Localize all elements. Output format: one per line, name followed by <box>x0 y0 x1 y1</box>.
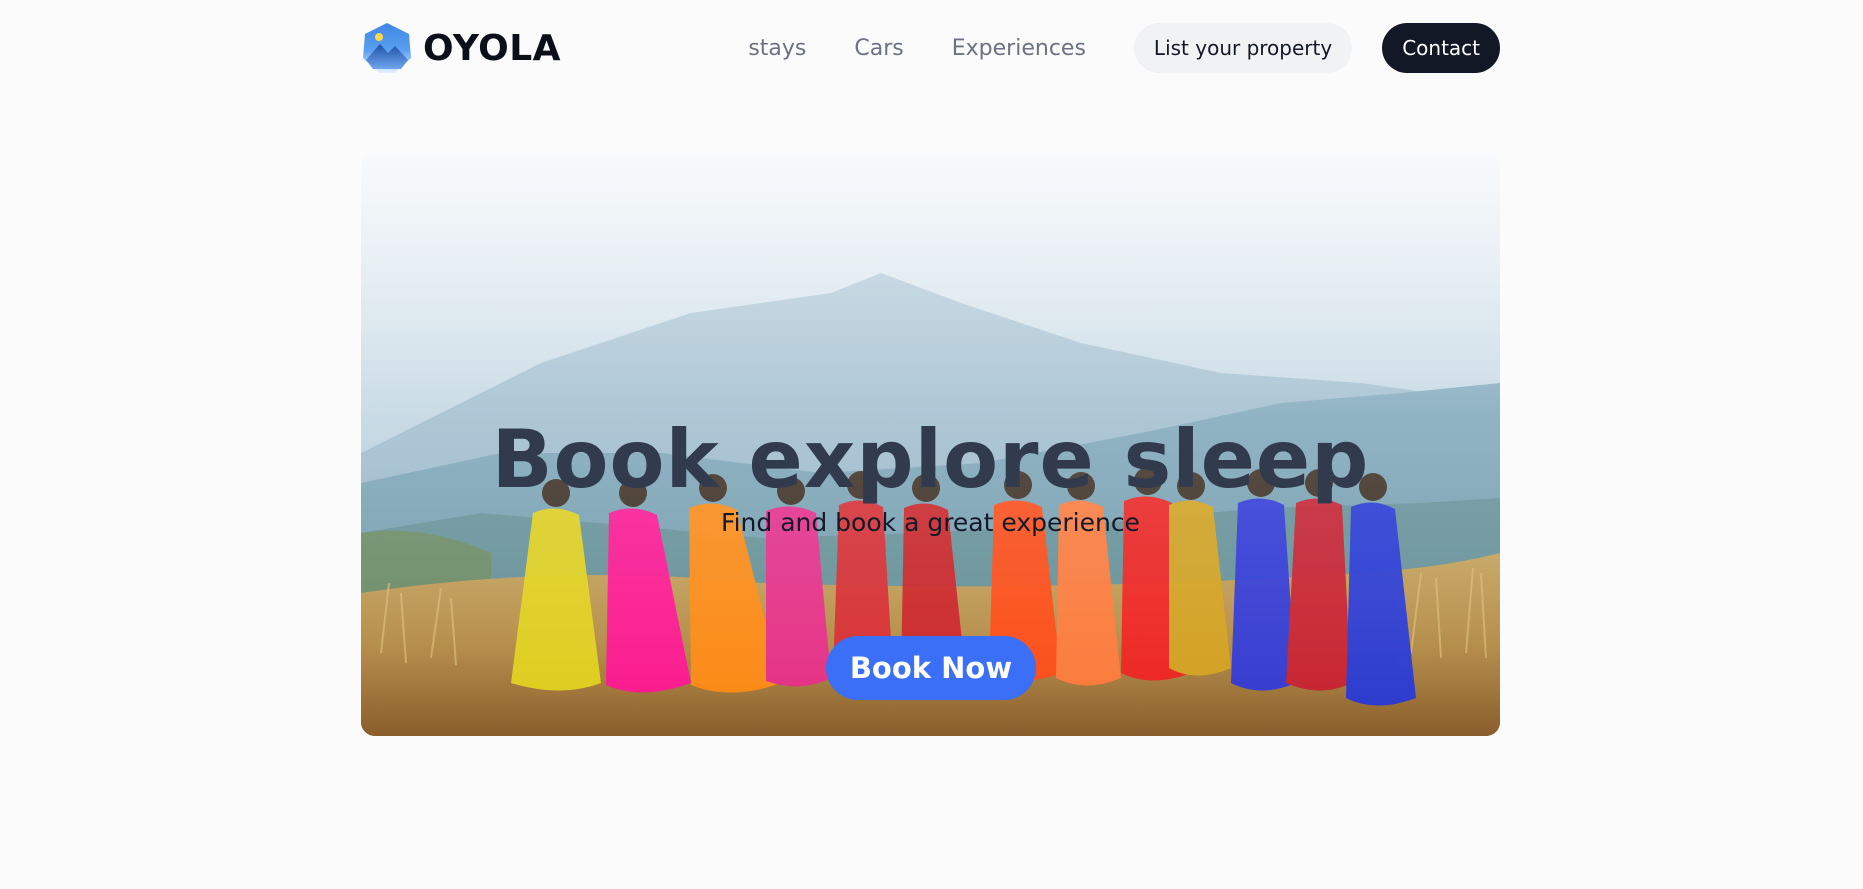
book-now-button[interactable]: Book Now <box>826 636 1036 700</box>
nav-link-experiences[interactable]: Experiences <box>952 36 1086 61</box>
contact-button[interactable]: Contact <box>1382 23 1500 73</box>
main-nav: stays Cars Experiences List your propert… <box>748 23 1500 73</box>
site-header: OYOLA stays Cars Experiences List your p… <box>361 22 1500 74</box>
hero-subtitle: Find and book a great experience <box>721 508 1140 537</box>
brand-name: OYOLA <box>423 27 562 69</box>
list-property-button[interactable]: List your property <box>1133 23 1353 73</box>
hero-banner: Book explore sleep Find and book a great… <box>361 153 1500 736</box>
nav-link-cars[interactable]: Cars <box>854 36 903 61</box>
nav-link-stays[interactable]: stays <box>748 36 806 61</box>
page: OYOLA stays Cars Experiences List your p… <box>0 0 1863 889</box>
brand-home-link[interactable]: OYOLA <box>361 22 561 74</box>
mountain-sun-hexagon-icon <box>363 23 411 73</box>
hero-title: Book explore sleep <box>491 412 1370 506</box>
